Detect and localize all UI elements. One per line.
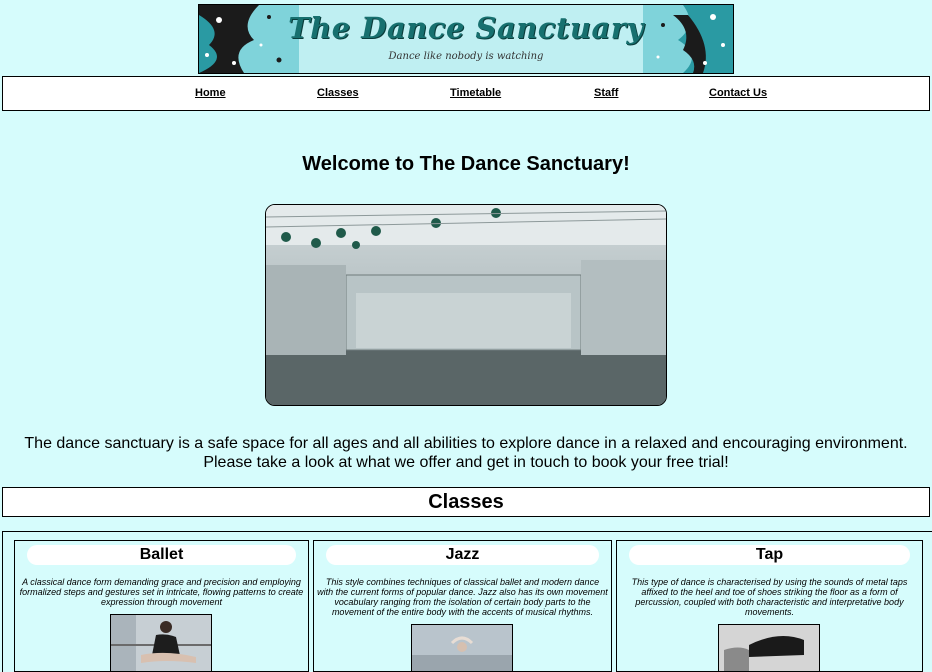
dance-studio-image xyxy=(265,204,667,406)
class-card-title: Tap xyxy=(629,545,910,565)
main-navigation: Home Classes Timetable Staff Contact Us xyxy=(2,76,930,111)
site-banner: The Dance Sanctuary Dance like nobody is… xyxy=(198,4,734,74)
ballet-photo xyxy=(110,614,212,671)
intro-text: The dance sanctuary is a safe space for … xyxy=(0,434,932,472)
class-card-ballet: Ballet A classical dance form demanding … xyxy=(14,540,309,672)
class-card-description: A classical dance form demanding grace a… xyxy=(19,577,304,607)
class-card-description: This style combines techniques of classi… xyxy=(317,577,608,617)
class-card-title: Jazz xyxy=(326,545,599,565)
tap-shoes-photo xyxy=(718,624,820,671)
class-card-tap: Tap This type of dance is characterised … xyxy=(616,540,923,672)
jazz-photo xyxy=(411,624,513,671)
class-card-title: Ballet xyxy=(27,545,296,565)
nav-link-staff[interactable]: Staff xyxy=(594,87,618,99)
page-title: Welcome to The Dance Sanctuary! xyxy=(302,153,630,175)
class-card-jazz: Jazz This style combines techniques of c… xyxy=(313,540,612,672)
intro-line-2: Please take a look at what we offer and … xyxy=(203,454,729,471)
banner-tagline: Dance like nobody is watching xyxy=(388,51,544,62)
nav-link-home[interactable]: Home xyxy=(195,87,226,99)
nav-link-classes[interactable]: Classes xyxy=(317,87,359,99)
classes-heading: Classes xyxy=(2,487,930,517)
nav-link-timetable[interactable]: Timetable xyxy=(450,87,501,99)
class-card-description: This type of dance is characterised by u… xyxy=(631,577,908,617)
intro-line-1: The dance sanctuary is a safe space for … xyxy=(24,435,908,452)
nav-link-contact-us[interactable]: Contact Us xyxy=(709,87,767,99)
banner-title: The Dance Sanctuary xyxy=(288,11,644,45)
